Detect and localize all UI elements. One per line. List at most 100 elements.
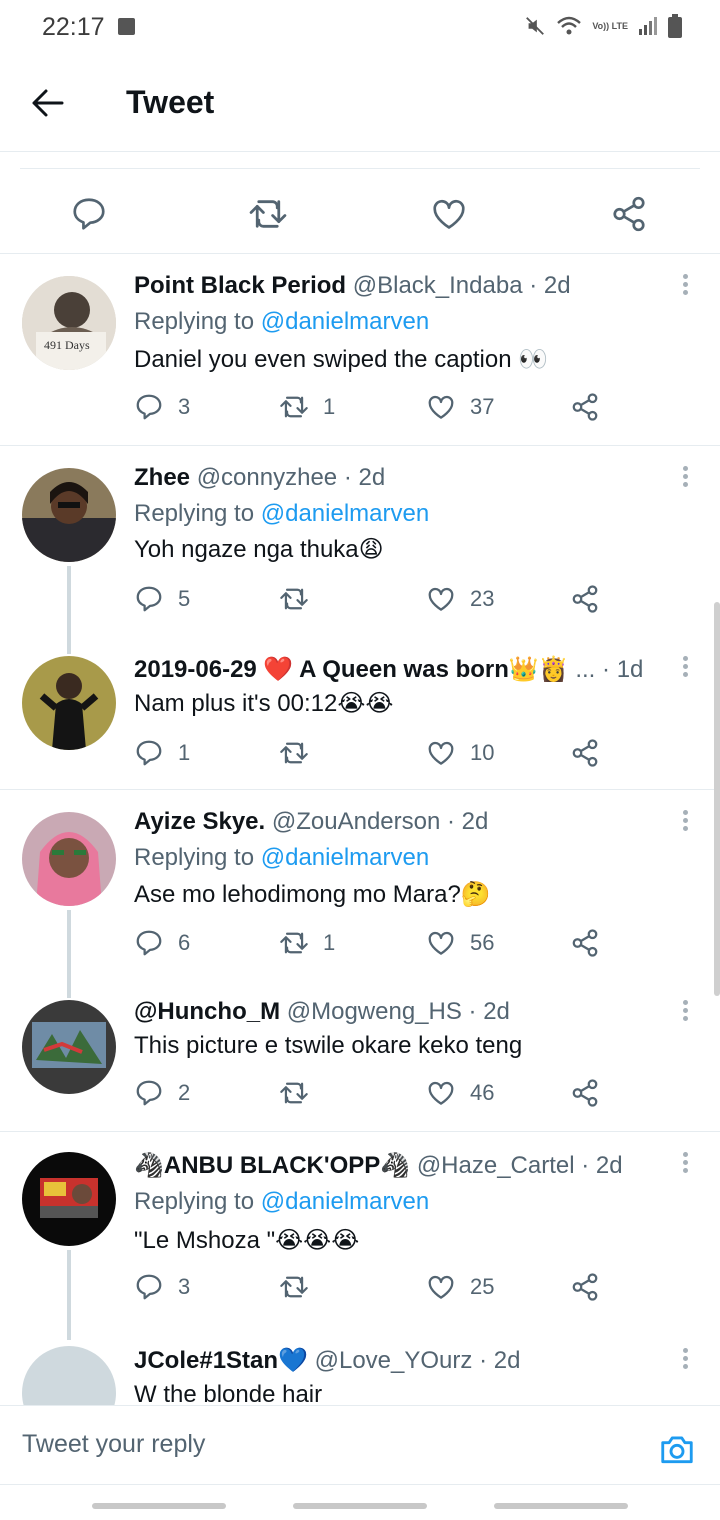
avatar[interactable]	[22, 1346, 116, 1405]
like-button[interactable]: 10	[426, 738, 494, 768]
mention-link[interactable]: @danielmarven	[261, 308, 429, 335]
reply-button[interactable]: 1	[134, 738, 190, 768]
tweet-actions: 5 23	[134, 584, 614, 618]
tweet-header: 2019-06-29 ❤️ A Queen was born👑👸 ... · 1…	[134, 655, 660, 685]
avatar[interactable]: 491 Days	[22, 276, 116, 370]
avatar[interactable]	[22, 812, 116, 906]
author-name[interactable]: Point Black Period	[134, 272, 346, 299]
reply-tweet[interactable]: Ayize Skye. @ZouAnderson · 2d Replying t…	[0, 790, 720, 998]
retweet-icon	[280, 1276, 308, 1298]
author-handle[interactable]: @connyzhee	[197, 464, 337, 491]
author-handle[interactable]: @Mogweng_HS	[287, 998, 462, 1025]
tweet-header: Point Black Period @Black_Indaba · 2d	[134, 271, 660, 301]
retweet-button[interactable]	[279, 1272, 323, 1302]
reply-button[interactable]: 5	[134, 584, 190, 614]
like-icon	[428, 395, 454, 419]
reply-tweet[interactable]: @Huncho_M @Mogweng_HS · 2d This picture …	[0, 980, 720, 1132]
battery-icon	[668, 14, 682, 38]
camera-icon[interactable]	[658, 1430, 696, 1468]
reply-button[interactable]: 3	[134, 1272, 190, 1302]
author-handle[interactable]: @Love_YOurz	[315, 1347, 473, 1374]
back-arrow-icon[interactable]	[30, 86, 64, 120]
scrollbar[interactable]	[714, 602, 720, 996]
author-name[interactable]: @Huncho_M	[134, 998, 280, 1025]
author-handle[interactable]: @ZouAnderson	[272, 808, 440, 835]
author-name[interactable]: 2019-06-29 ❤️ A Queen was born👑👸	[134, 656, 569, 683]
retweet-count: 1	[323, 930, 336, 955]
avatar-text: 491 Days	[44, 338, 90, 352]
author-handle[interactable]: ...	[575, 656, 595, 683]
tweet-time: · 2d	[447, 808, 489, 835]
retweet-button[interactable]: 1	[279, 928, 335, 958]
tweet-header: JCole#1Stan💙 @Love_YOurz · 2d	[134, 1346, 660, 1376]
retweet-button[interactable]	[279, 738, 323, 768]
tweet-text: Daniel you even swiped the caption 👀	[134, 346, 549, 373]
retweet-button[interactable]	[279, 584, 323, 614]
avatar[interactable]	[22, 1000, 116, 1094]
more-options-icon[interactable]	[680, 1152, 690, 1176]
reply-tweet[interactable]: 🦓ANBU BLACK'OPP🦓 @Haze_Cartel · 2d Reply…	[0, 1132, 720, 1340]
more-options-icon[interactable]	[680, 1348, 690, 1372]
more-options-icon[interactable]	[680, 810, 690, 834]
author-name[interactable]: Zhee	[134, 464, 190, 491]
like-button[interactable]: 46	[426, 1078, 494, 1108]
mention-link[interactable]: @danielmarven	[261, 500, 429, 527]
share-button[interactable]	[570, 1272, 600, 1302]
reply-input[interactable]: Tweet your reply	[22, 1430, 205, 1459]
reply-composer[interactable]: Tweet your reply	[0, 1405, 720, 1485]
share-button[interactable]	[570, 928, 600, 958]
tweet-time: · 2d	[479, 1347, 521, 1374]
tweet-time: · 2d	[343, 464, 386, 491]
reply-tweet[interactable]: 491 Days Point Black Period @Black_Indab…	[0, 254, 720, 446]
share-icon	[572, 1079, 598, 1107]
like-button[interactable]: 25	[426, 1272, 494, 1302]
like-button[interactable]: 56	[426, 928, 494, 958]
avatar[interactable]	[22, 1152, 116, 1246]
retweet-icon	[280, 742, 308, 764]
retweet-icon	[280, 932, 308, 954]
more-options-icon[interactable]	[680, 1000, 690, 1024]
reply-tweet[interactable]: JCole#1Stan💙 @Love_YOurz · 2d W the blon…	[0, 1328, 720, 1405]
reply-icon[interactable]	[70, 195, 108, 233]
more-options-icon[interactable]	[680, 656, 690, 680]
main-tweet-actions	[20, 168, 700, 254]
replying-to: Replying to @danielmarven	[134, 1188, 430, 1215]
nav-back[interactable]	[494, 1503, 628, 1509]
avatar[interactable]	[22, 656, 116, 750]
share-icon[interactable]	[610, 195, 648, 233]
author-name[interactable]: Ayize Skye.	[134, 808, 265, 835]
like-button[interactable]: 37	[426, 392, 494, 422]
author-handle[interactable]: @Haze_Cartel	[417, 1152, 575, 1179]
reply-button[interactable]: 3	[134, 392, 190, 422]
tweet-header: 🦓ANBU BLACK'OPP🦓 @Haze_Cartel · 2d	[134, 1151, 660, 1181]
share-button[interactable]	[570, 584, 600, 614]
author-name[interactable]: JCole#1Stan💙	[134, 1347, 308, 1374]
nav-home[interactable]	[293, 1503, 427, 1509]
like-icon	[428, 1081, 454, 1105]
tweet-text: Nam plus it's 00:12😭😭	[134, 690, 394, 717]
author-handle[interactable]: @Black_Indaba	[353, 272, 523, 299]
share-button[interactable]	[570, 392, 600, 422]
share-button[interactable]	[570, 738, 600, 768]
like-button[interactable]: 23	[426, 584, 494, 614]
nav-recents[interactable]	[92, 1503, 226, 1509]
author-name[interactable]: 🦓ANBU BLACK'OPP🦓	[134, 1152, 410, 1179]
reply-button[interactable]: 6	[134, 928, 190, 958]
reply-tweet[interactable]: 2019-06-29 ❤️ A Queen was born👑👸 ... · 1…	[0, 636, 720, 790]
avatar[interactable]	[22, 468, 116, 562]
mention-link[interactable]: @danielmarven	[261, 844, 429, 871]
share-button[interactable]	[570, 1078, 600, 1108]
retweet-icon[interactable]	[248, 195, 288, 233]
retweet-button[interactable]	[279, 1078, 323, 1108]
reply-button[interactable]: 2	[134, 1078, 190, 1108]
tweet-header: @Huncho_M @Mogweng_HS · 2d	[134, 997, 660, 1027]
share-icon	[572, 393, 598, 421]
like-icon[interactable]	[430, 195, 468, 233]
retweet-button[interactable]: 1	[279, 392, 335, 422]
reply-count: 3	[178, 394, 191, 419]
tweet-text: This picture e tswile okare keko teng	[134, 1032, 523, 1059]
wifi-icon	[557, 16, 582, 35]
more-options-icon[interactable]	[680, 466, 690, 490]
more-options-icon[interactable]	[680, 274, 690, 298]
mention-link[interactable]: @danielmarven	[261, 1188, 429, 1215]
